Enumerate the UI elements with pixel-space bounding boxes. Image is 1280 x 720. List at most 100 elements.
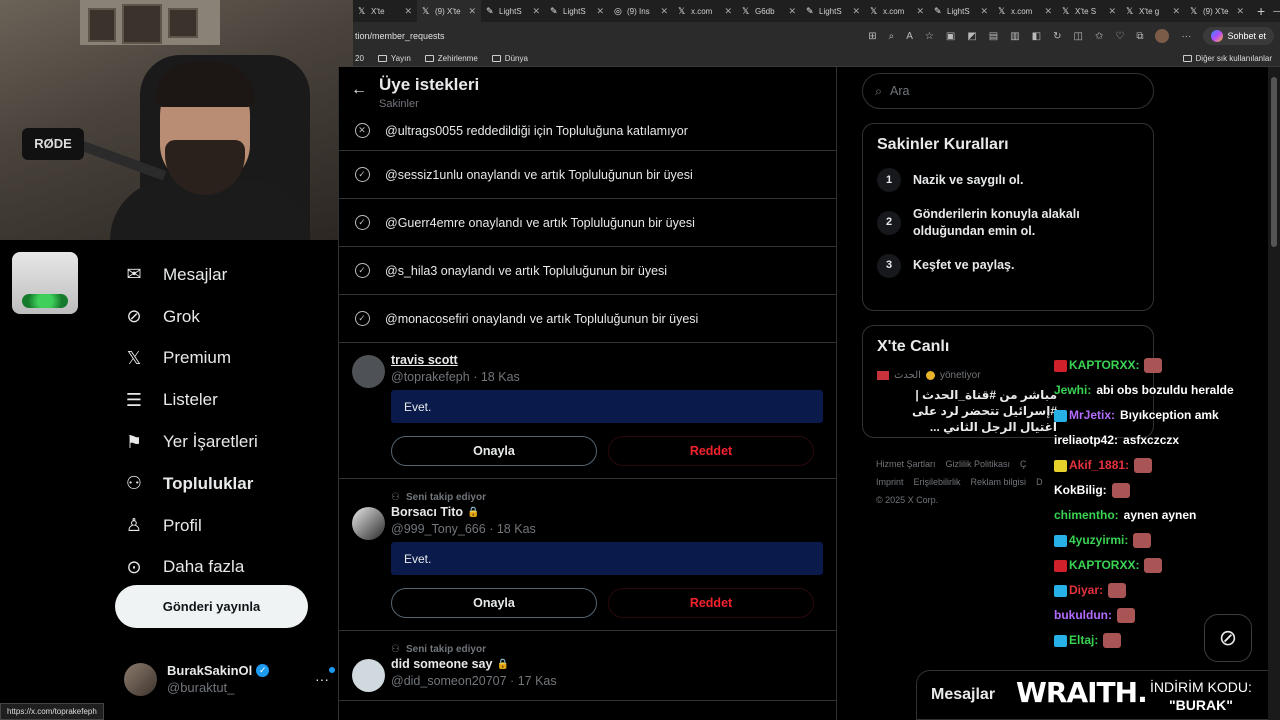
browser-tab[interactable]: ✎ LightS ✕	[929, 0, 993, 22]
requester-name[interactable]: Borsacı Tito 🔒	[391, 505, 824, 519]
sidebar-item-daha-fazla[interactable]: ⊙ Daha fazla	[123, 547, 333, 589]
extension-icon[interactable]: ▥	[1010, 31, 1019, 42]
close-tab-icon[interactable]: ✕	[852, 6, 860, 17]
close-tab-icon[interactable]: ✕	[468, 6, 476, 17]
browser-tab[interactable]: 𝕏 (9) X'te ✕	[1185, 0, 1249, 22]
new-tab-button[interactable]: +	[1249, 3, 1273, 19]
back-arrow-icon[interactable]: ←	[339, 75, 379, 99]
favorite-star-icon[interactable]: ☆	[925, 31, 934, 42]
sidebar-item-listeler[interactable]: ☰ Listeler	[123, 379, 333, 421]
footer-link[interactable]: Reklam bilgisi	[971, 477, 1027, 487]
lightshot-icon: ✎	[550, 5, 558, 16]
footer-link[interactable]: Erişilebilirlik	[914, 477, 961, 487]
sidebar-item-grok[interactable]: ⊘ Grok	[123, 296, 333, 338]
chat-message: 4yuzyirmi:	[1054, 528, 1269, 553]
close-tab-icon[interactable]: ✕	[788, 6, 796, 17]
scrollbar-thumb[interactable]	[1271, 77, 1277, 247]
close-tab-icon[interactable]: ✕	[1236, 6, 1244, 17]
bookmarks-bar: 20 Yayın Zehirlenme Dünya Diğer sık kull…	[353, 50, 1280, 67]
read-aloud-icon[interactable]: A	[906, 31, 913, 42]
footer-link[interactable]: D	[1036, 477, 1043, 487]
refresh-extension-icon[interactable]: ↻	[1053, 31, 1061, 42]
bookmark-folder[interactable]: Dünya	[491, 54, 528, 63]
collections-icon[interactable]: ⧉	[1136, 31, 1143, 42]
page-scrollbar[interactable]	[1268, 67, 1280, 720]
rule-number: 2	[877, 210, 901, 235]
close-tab-icon[interactable]: ✕	[532, 6, 540, 17]
footer-link[interactable]: Gizlilik Politikası	[946, 459, 1011, 469]
wall-frame	[168, 8, 198, 38]
browser-tab[interactable]: 𝕏 (9) X'te ✕	[417, 0, 481, 22]
extension-icon[interactable]: ▤	[989, 31, 998, 42]
close-tab-icon[interactable]: ✕	[1108, 6, 1116, 17]
requester-name[interactable]: travis scott	[391, 353, 824, 367]
close-tab-icon[interactable]: ✕	[980, 6, 988, 17]
heart-icon[interactable]: ♡	[1115, 31, 1124, 42]
bookmark-truncated[interactable]: 20	[355, 54, 364, 63]
requester-handle: @999_Tony_666	[391, 522, 486, 536]
footer-link[interactable]: Hizmet Şartları	[876, 459, 936, 469]
close-tab-icon[interactable]: ✕	[916, 6, 924, 17]
x-icon: 𝕏	[1126, 5, 1134, 16]
copilot-chat-button[interactable]: Sohbet et	[1203, 27, 1274, 45]
avatar[interactable]	[352, 355, 385, 388]
approve-button[interactable]: Onayla	[391, 436, 597, 466]
search-input[interactable]: ⌕ Ara	[862, 73, 1154, 109]
close-tab-icon[interactable]: ✕	[724, 6, 732, 17]
sidebar-item-premium[interactable]: 𝕏 Premium	[123, 338, 333, 380]
url-field[interactable]: tion/member_requests	[353, 31, 445, 41]
sidebar-item-topluluklar[interactable]: ⚇ Topluluklar	[123, 463, 333, 505]
chat-text: asfxczczx	[1123, 433, 1180, 447]
favorites-icon[interactable]: ✩	[1095, 31, 1103, 42]
request-date: 18 Kas	[480, 370, 520, 384]
browser-tab[interactable]: 𝕏 X'te ✕	[353, 0, 417, 22]
sidebar-item-yer-i-aretleri[interactable]: ⚑ Yer İşaretleri	[123, 421, 333, 463]
app-icon[interactable]: ⊞	[868, 31, 876, 42]
footer-link[interactable]: Ç	[1020, 459, 1027, 469]
avatar[interactable]	[352, 659, 385, 692]
more-options-icon[interactable]: ···	[315, 667, 335, 687]
minimize-icon[interactable]: —	[1273, 6, 1280, 17]
chat-username: KokBilig:	[1054, 483, 1107, 497]
browser-tab[interactable]: 𝕏x.com ✕	[993, 0, 1057, 22]
extension-icon[interactable]: ◧	[1032, 31, 1041, 42]
close-tab-icon[interactable]: ✕	[596, 6, 604, 17]
browser-tab[interactable]: ✎ LightS ✕	[545, 0, 609, 22]
post-button[interactable]: Gönderi yayınla	[115, 585, 308, 628]
extension-icon[interactable]: ▣	[946, 31, 955, 42]
account-switcher[interactable]: BurakSakinOl ✓ @buraktut_ ···	[124, 661, 335, 697]
browser-profile-avatar[interactable]	[1155, 29, 1170, 43]
sidebar-item-profil[interactable]: ♙ Profil	[123, 505, 333, 547]
browser-tab[interactable]: ✎ LightS ✕	[801, 0, 865, 22]
browser-tab[interactable]: 𝕏 X'te g ✕	[1121, 0, 1185, 22]
browser-tab[interactable]: 𝕏x.com ✕	[673, 0, 737, 22]
browser-tab[interactable]: 𝕏 X'te S ✕	[1057, 0, 1121, 22]
chat-username: chimentho:	[1054, 508, 1119, 522]
approve-button[interactable]: Onayla	[391, 588, 597, 618]
reject-button[interactable]: Reddet	[608, 436, 814, 466]
browser-tab[interactable]: ✎ LightS ✕	[481, 0, 545, 22]
sidebar-nav: ✉ Mesajlar ⊘ Grok 𝕏 Premium ☰ Listeler ⚑ Yer İşar…	[123, 254, 333, 588]
reject-button[interactable]: Reddet	[608, 588, 814, 618]
close-tab-icon[interactable]: ✕	[1044, 6, 1052, 17]
split-view-icon[interactable]: ◫	[1074, 31, 1083, 42]
zoom-icon[interactable]: ⌕	[889, 31, 895, 42]
avatar[interactable]	[352, 507, 385, 540]
bookmark-folder[interactable]: Zehirlenme	[424, 54, 478, 63]
bookmark-folder[interactable]: Yayın	[377, 54, 411, 63]
close-tab-icon[interactable]: ✕	[1172, 6, 1180, 17]
other-bookmarks[interactable]: Diğer sık kullanılanlar	[1182, 54, 1280, 63]
footer-link[interactable]: Imprint	[876, 477, 904, 487]
sidebar-item-mesajlar[interactable]: ✉ Mesajlar	[123, 254, 333, 296]
browser-tab[interactable]: 𝕏x.com ✕	[865, 0, 929, 22]
more-icon[interactable]: ···	[1181, 31, 1191, 42]
browser-tab[interactable]: ◎ (9) Ins ✕	[609, 0, 673, 22]
requester-name[interactable]: did someone say 🔒	[391, 657, 824, 671]
notice-text: @ultrags0055 reddedildiği için Topluluğu…	[385, 123, 688, 138]
grok-icon[interactable]: ⊘	[1204, 614, 1252, 662]
close-tab-icon[interactable]: ✕	[660, 6, 668, 17]
close-tab-icon[interactable]: ✕	[404, 6, 412, 17]
extension-icon[interactable]: ◩	[967, 31, 976, 42]
browser-tab[interactable]: 𝕏 G6db ✕	[737, 0, 801, 22]
footer-link[interactable]: © 2025 X Corp.	[876, 495, 938, 505]
